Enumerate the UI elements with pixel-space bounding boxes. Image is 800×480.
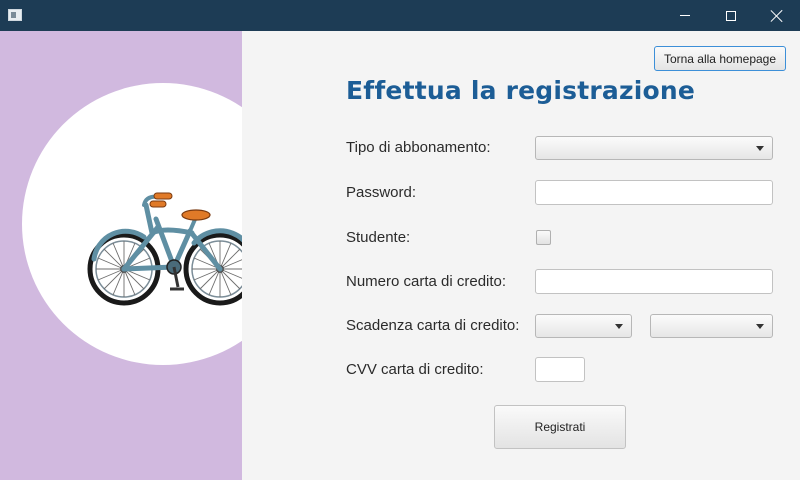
maximize-button[interactable] — [708, 0, 754, 31]
card-expiry-year-select[interactable] — [650, 314, 773, 338]
maximize-icon — [726, 10, 736, 21]
window-titlebar — [0, 0, 800, 31]
password-label: Password: — [346, 184, 417, 201]
card-expiry-label: Scadenza carta di credito: — [346, 317, 520, 334]
student-checkbox[interactable] — [536, 230, 551, 245]
minimize-icon — [680, 15, 690, 16]
minimize-button[interactable] — [662, 0, 708, 31]
window-app-icon — [8, 9, 22, 21]
chevron-down-icon — [756, 324, 764, 329]
back-to-homepage-button[interactable]: Torna alla homepage — [654, 46, 786, 71]
chevron-down-icon — [615, 324, 623, 329]
register-button[interactable]: Registrati — [494, 405, 626, 449]
card-number-label: Numero carta di credito: — [346, 273, 507, 290]
card-expiry-month-select[interactable] — [535, 314, 632, 338]
bicycle-illustration — [87, 192, 256, 306]
cvv-label: CVV carta di credito: — [346, 361, 484, 378]
student-label: Studente: — [346, 229, 411, 246]
close-icon — [771, 10, 783, 22]
subscription-type-label: Tipo di abbonamento: — [346, 139, 491, 156]
close-button[interactable] — [754, 0, 800, 31]
page-title: Effettua la registrazione — [346, 76, 696, 105]
chevron-down-icon — [756, 146, 764, 151]
password-field[interactable] — [535, 180, 773, 205]
cvv-field[interactable] — [535, 357, 585, 382]
subscription-type-select[interactable] — [535, 136, 773, 160]
card-number-field[interactable] — [535, 269, 773, 294]
